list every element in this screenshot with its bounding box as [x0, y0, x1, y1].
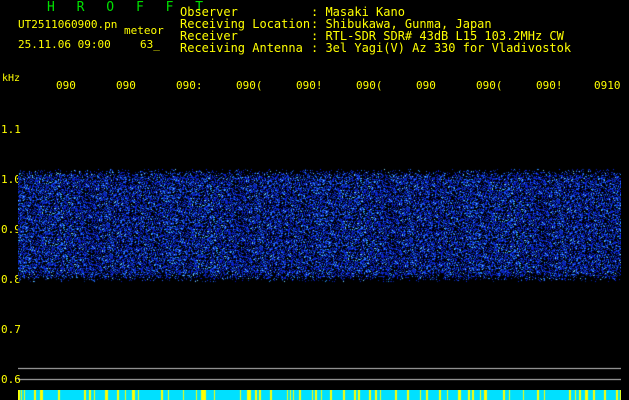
antenna-value: : 3el Yagi(V) Az 330 for Vladivostok [311, 41, 572, 55]
x-tick-label: 090! [536, 79, 563, 92]
x-tick-label: 090: [176, 79, 203, 92]
x-tick-label: 090 [116, 79, 136, 92]
datetime: 25.11.06 09:00 [18, 38, 111, 51]
spectrogram [18, 96, 621, 386]
file-name: UT2511060900.pn [18, 18, 118, 31]
x-tick-label: 0910 [594, 79, 621, 92]
x-tick-label: 090( [476, 79, 503, 92]
x-tick-label: 090( [236, 79, 263, 92]
signal-timeline-strip [18, 390, 621, 400]
x-tick-label: 090( [356, 79, 383, 92]
file-tag: meteor [124, 24, 164, 37]
event-count: 63_ [140, 38, 160, 51]
x-tick-label: 090! [296, 79, 323, 92]
frequency-unit-label: kHz [2, 73, 21, 84]
x-tick-label: 090 [416, 79, 436, 92]
x-tick-label: 090 [56, 79, 76, 92]
antenna-label: Receiving Antenna [180, 41, 303, 55]
